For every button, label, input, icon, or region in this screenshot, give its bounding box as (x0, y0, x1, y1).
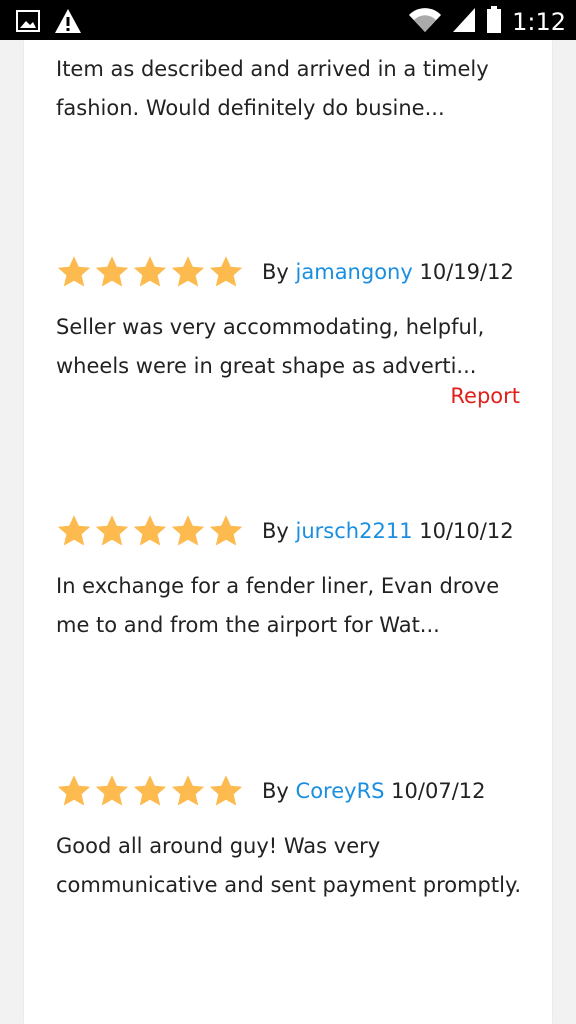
reviewer-username-link[interactable]: jamangony (296, 260, 413, 284)
review-byline: By jursch2211 10/10/12 (262, 519, 514, 543)
star-icon (57, 775, 91, 806)
star-icon (133, 775, 167, 806)
reviewer-username-link[interactable]: CoreyRS (296, 779, 385, 803)
review-text: Item as described and arrived in a timel… (56, 57, 489, 120)
star-icon (133, 515, 167, 546)
review-date: 10/19/12 (419, 260, 514, 284)
star-rating (56, 513, 244, 549)
star-icon (57, 515, 91, 546)
review-header: By jursch2211 10/10/12 (56, 511, 514, 551)
star-icon (171, 515, 205, 546)
clock: 1:12 (512, 8, 566, 36)
review-byline: By jamangony 10/19/12 (262, 260, 514, 284)
review-text: Seller was very accommodating, helpful, … (56, 315, 485, 378)
star-icon (95, 775, 129, 806)
star-rating (56, 773, 244, 809)
star-icon (209, 256, 243, 287)
by-label: By (262, 519, 289, 543)
reviews-list: Item as described and arrived in a timel… (24, 40, 552, 1024)
reviewer-username-link[interactable]: jursch2211 (296, 519, 413, 543)
star-icon (95, 515, 129, 546)
star-rating (56, 254, 244, 290)
by-label: By (262, 260, 289, 284)
star-icon (171, 256, 205, 287)
star-icon (171, 775, 205, 806)
review-date: 10/10/12 (419, 519, 514, 543)
star-icon (95, 256, 129, 287)
report-link[interactable]: Report (450, 384, 520, 408)
gallery-icon (16, 10, 40, 36)
review-date: 10/07/12 (391, 779, 486, 803)
review-header: By CoreyRS 10/07/12 (56, 771, 486, 811)
by-label: By (262, 779, 289, 803)
star-icon (133, 256, 167, 287)
star-icon (209, 775, 243, 806)
status-bar: 1:12 (0, 0, 576, 40)
star-icon (57, 256, 91, 287)
wifi-icon (408, 7, 442, 37)
review-text: Good all around guy! Was very communicat… (56, 834, 522, 897)
star-icon (209, 515, 243, 546)
warning-icon (54, 8, 82, 38)
battery-icon (486, 6, 502, 38)
review-byline: By CoreyRS 10/07/12 (262, 779, 486, 803)
signal-icon (452, 7, 476, 37)
review-text: In exchange for a fender liner, Evan dro… (56, 574, 500, 637)
review-header: By jamangony 10/19/12 (56, 252, 514, 292)
